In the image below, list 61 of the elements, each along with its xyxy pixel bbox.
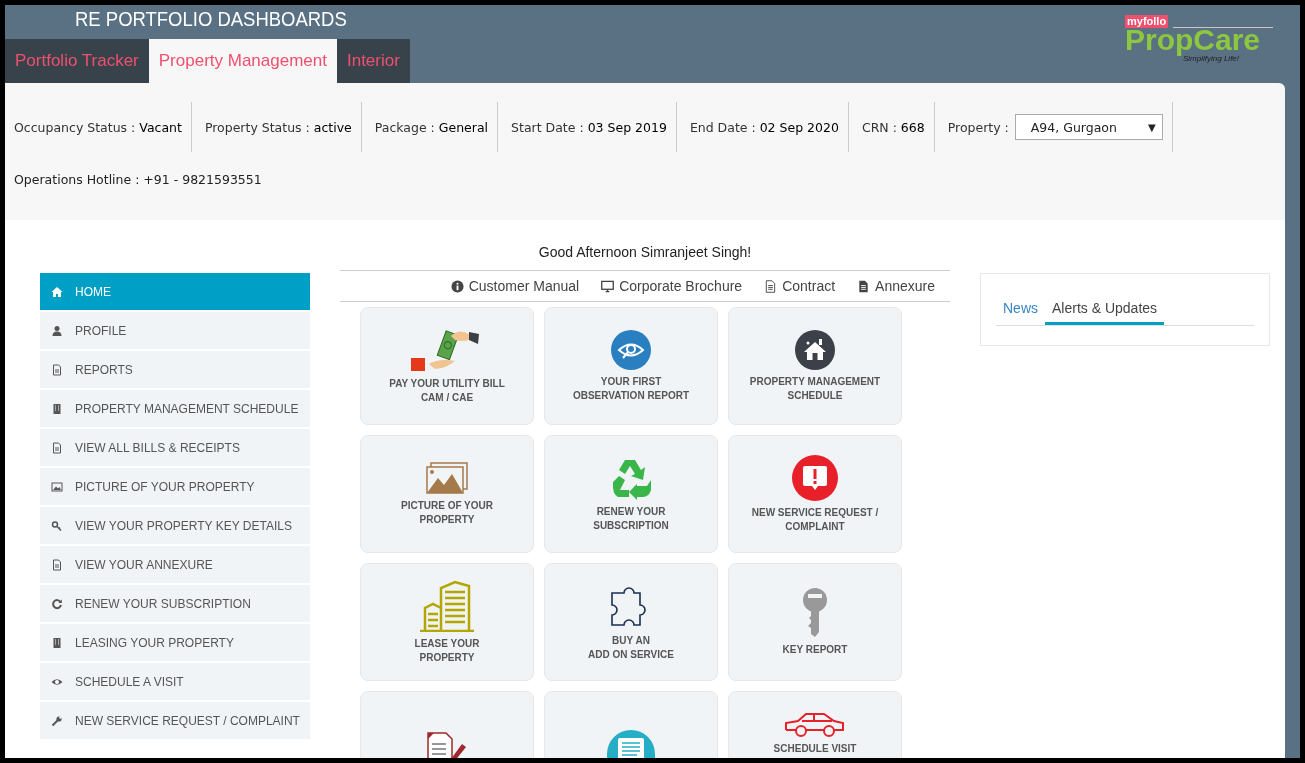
image-icon [51, 480, 63, 493]
document-link[interactable]: Corporate Brochure [619, 278, 743, 294]
news-tab[interactable]: Alerts & Updates [1045, 296, 1165, 325]
eye-icon [611, 329, 651, 370]
sidebar-item[interactable]: PROFILE [40, 312, 310, 349]
status-item: Property Status : active [203, 102, 362, 152]
home-icon [51, 285, 63, 298]
document-link[interactable]: Annexure [875, 278, 935, 294]
sidebar-item[interactable]: SCHEDULE A VISIT [40, 663, 310, 700]
status-item: End Date : 02 Sep 2020 [688, 102, 849, 152]
sidebar-item[interactable]: REPORTS [40, 351, 310, 388]
sidebar-item[interactable]: LEASING YOUR PROPERTY [40, 624, 310, 661]
document-link[interactable]: Contract [782, 278, 836, 294]
monitor-icon [601, 279, 615, 293]
service-tile[interactable]: PAY YOUR UTILITY BILL CAM / CAE [360, 307, 534, 425]
status-item: Occupancy Status : Vacant [13, 102, 192, 152]
building-icon [51, 402, 63, 415]
sidebar-item[interactable]: VIEW ALL BILLS & RECEIPTS [40, 429, 310, 466]
logo-tagline: Simplifying Life! [1183, 54, 1240, 63]
service-tile[interactable]: BUY AN ADD ON SERVICE [544, 563, 718, 681]
status-item: Package : General [373, 102, 499, 152]
contract-icon [426, 730, 468, 758]
car-icon [784, 712, 846, 740]
property-select[interactable]: A94, Gurgaon ▼ [1014, 114, 1163, 140]
file-icon [51, 363, 63, 376]
buildings-icon [419, 579, 475, 632]
news-tab[interactable]: News [996, 296, 1045, 325]
status-item: Start Date : 03 Sep 2019 [510, 102, 677, 152]
info-icon [450, 279, 464, 293]
service-tile[interactable]: RENEW YOUR SUBSCRIPTION [544, 435, 718, 553]
hotline-text: Operations Hotline : +91 - 9821593551 [14, 172, 263, 187]
service-tile[interactable]: PROPERTY MANAGEMENT SCHEDULE [728, 307, 902, 425]
service-tile[interactable]: KEY REPORT [728, 563, 902, 681]
sidebar-item[interactable]: VIEW YOUR ANNEXURE [40, 546, 310, 583]
picture-icon [426, 461, 468, 494]
service-tile[interactable]: LEASE YOUR PROPERTY [360, 563, 534, 681]
service-tile[interactable]: SCHEDULE VISIT [728, 691, 902, 758]
sidebar-item[interactable]: VIEW YOUR PROPERTY KEY DETAILS [40, 507, 310, 544]
file-icon [51, 441, 63, 454]
greeting-text: Good Afternoon Simranjeet Singh! [538, 244, 752, 262]
service-tile[interactable]: PICTURE OF YOUR PROPERTY [360, 435, 534, 553]
status-item: CRN : 668 [860, 102, 935, 152]
document-link[interactable]: Customer Manual [468, 278, 580, 294]
sidebar-item[interactable]: RENEW YOUR SUBSCRIPTION [40, 585, 310, 622]
dashboard-title: RE PORTFOLIO DASHBOARDS [75, 6, 347, 32]
property-label: Property : [947, 119, 1009, 135]
wrench-icon [51, 714, 63, 727]
house-icon [795, 329, 835, 370]
document-icon [764, 279, 778, 293]
alert-icon [792, 454, 838, 501]
doc-icon [607, 730, 655, 758]
document-icon [857, 279, 871, 293]
building-icon [51, 636, 63, 649]
service-tile[interactable]: YOUR FIRST OBSERVATION REPORT [544, 307, 718, 425]
service-tile[interactable]: NEW SERVICE REQUEST / COMPLAINT [728, 435, 902, 553]
sidebar-item[interactable]: NEW SERVICE REQUEST / COMPLAINT [40, 702, 310, 739]
user-icon [51, 324, 63, 337]
file-icon [51, 558, 63, 571]
sidebar-item[interactable]: PICTURE OF YOUR PROPERTY [40, 468, 310, 505]
refresh-icon [51, 597, 63, 610]
sidebar-item[interactable]: PROPERTY MANAGEMENT SCHEDULE [40, 390, 310, 427]
